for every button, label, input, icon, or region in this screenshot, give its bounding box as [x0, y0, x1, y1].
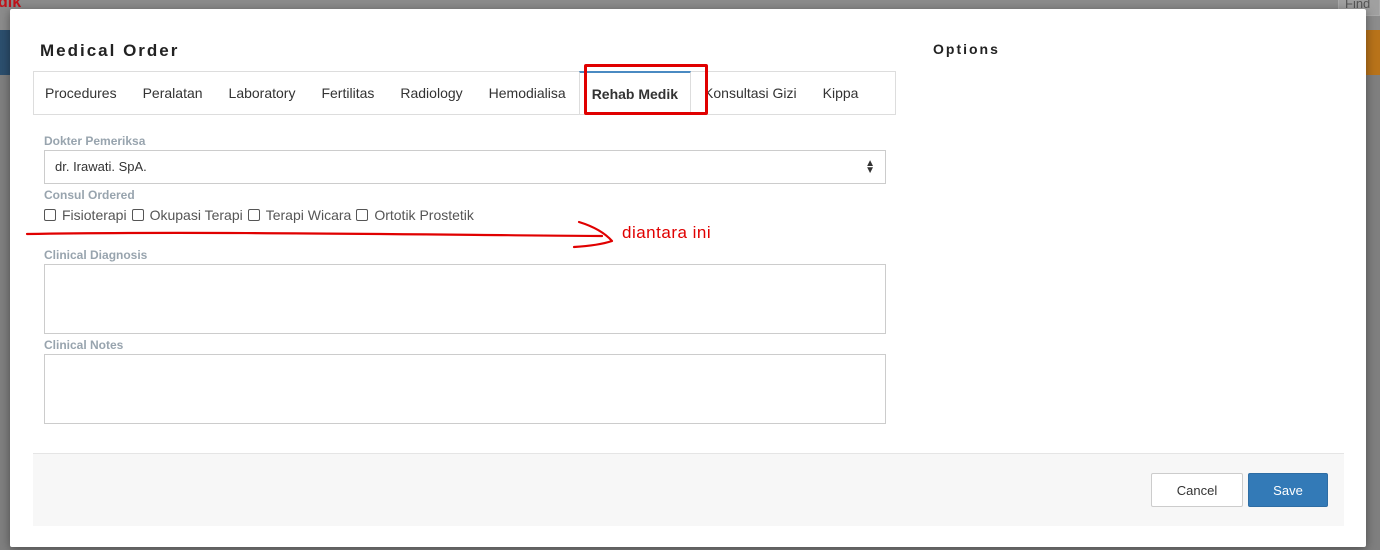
- consul-options: Fisioterapi Okupasi Terapi Terapi Wicara…: [44, 207, 479, 223]
- select-caret-icon: ▲ ▼: [865, 158, 875, 176]
- order-tabs: Procedures Peralatan Laboratory Fertilit…: [33, 71, 896, 115]
- annotation-text: diantara ini: [622, 223, 712, 242]
- checkbox[interactable]: [356, 209, 369, 221]
- tab-fertilitas[interactable]: Fertilitas: [308, 72, 387, 114]
- consul-label: Consul Ordered: [44, 188, 135, 202]
- tab-procedures[interactable]: Procedures: [34, 72, 130, 114]
- diagnosis-label: Clinical Diagnosis: [44, 248, 148, 262]
- tab-kippa[interactable]: Kippa: [810, 72, 872, 114]
- consul-option-okupasi-terapi[interactable]: Okupasi Terapi: [131, 207, 243, 223]
- modal-title: Medical Order: [40, 41, 180, 60]
- background-app-accent: [1364, 30, 1380, 75]
- consul-option-label: Terapi Wicara: [265, 207, 352, 223]
- tab-radiology[interactable]: Radiology: [387, 72, 475, 114]
- clinical-notes-textarea[interactable]: [44, 354, 886, 424]
- checkbox[interactable]: [247, 209, 260, 221]
- consul-option-terapi-wicara[interactable]: Terapi Wicara: [247, 207, 352, 223]
- doctor-label: Dokter Pemeriksa: [44, 134, 146, 148]
- tab-peralatan[interactable]: Peralatan: [130, 72, 216, 114]
- medical-order-modal: Medical Order Options Procedures Peralat…: [10, 9, 1366, 547]
- doctor-select-value: dr. Irawati. SpA.: [55, 159, 147, 174]
- options-title: Options: [933, 41, 1000, 57]
- clinical-diagnosis-textarea[interactable]: [44, 264, 886, 334]
- annotation-highlight-box: [584, 64, 708, 115]
- tab-laboratory[interactable]: Laboratory: [216, 72, 309, 114]
- tab-konsultasi-gizi[interactable]: Konsultasi Gizi: [691, 72, 810, 114]
- modal-footer: [33, 453, 1344, 526]
- doctor-select[interactable]: dr. Irawati. SpA. ▲ ▼: [44, 150, 886, 184]
- checkbox[interactable]: [44, 209, 56, 221]
- checkbox[interactable]: [131, 209, 144, 221]
- cancel-button[interactable]: Cancel: [1151, 473, 1243, 507]
- consul-option-ortotik-prostetik[interactable]: Ortotik Prostetik: [356, 207, 474, 223]
- consul-option-label: Ortotik Prostetik: [374, 207, 474, 223]
- save-button[interactable]: Save: [1248, 473, 1328, 507]
- consul-option-fisioterapi[interactable]: Fisioterapi: [44, 207, 127, 223]
- notes-label: Clinical Notes: [44, 338, 124, 352]
- consul-option-label: Okupasi Terapi: [149, 207, 243, 223]
- consul-option-label: Fisioterapi: [62, 207, 127, 223]
- tab-hemodialisa[interactable]: Hemodialisa: [476, 72, 579, 114]
